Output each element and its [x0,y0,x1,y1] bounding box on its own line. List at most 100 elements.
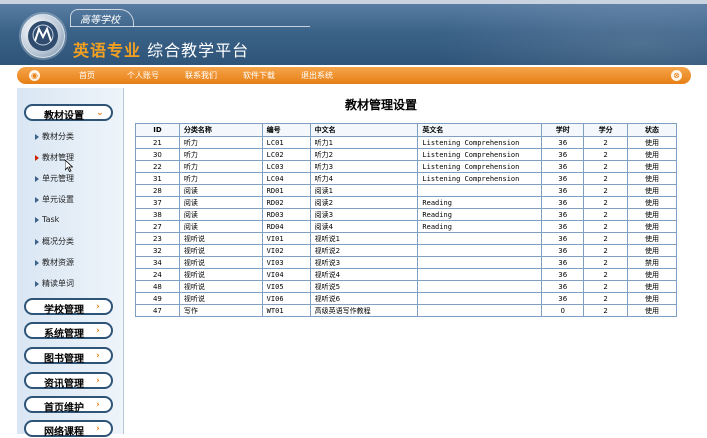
col-header-hours[interactable]: 学时 [541,123,585,137]
bullet-arrow-icon [35,216,39,223]
cell-id: 31 [135,172,180,185]
table-row[interactable]: 38 阅读 RD03 阅读3 Reading 36 2 使用 [135,208,677,221]
table-row[interactable]: 22 听力 LC03 听力3 Listening Comprehension 36 2 使用 [135,160,677,173]
nav-download[interactable]: 软件下载 [243,70,275,81]
table-row[interactable]: 34 视听说 VI03 视听说3 36 2 禁用 [135,256,677,269]
cell-credits: 2 [583,196,629,209]
nav-home[interactable]: 首页 [79,70,95,81]
sidebar-section-news[interactable]: 资讯管理 › [24,372,113,390]
nav-left-icon: ◉ [29,70,40,81]
nav-logout[interactable]: 退出系统 [301,70,333,81]
cell-id: 28 [135,184,180,197]
cell-credits: 2 [583,280,629,293]
nav-right-icon[interactable]: ⊗ [671,70,682,81]
cell-code: LC02 [261,148,311,161]
col-header-status[interactable]: 状态 [627,123,677,137]
cell-credits: 2 [583,268,629,281]
sidebar-section-homepage[interactable]: 首页维护 › [24,396,113,414]
cell-en-name [417,280,543,293]
cell-hours: 36 [541,148,585,161]
cell-cn-name: 视听说6 [309,292,419,305]
sidebar-item-overview-category[interactable]: 概况分类 [35,236,74,247]
table-row[interactable]: 48 视听说 VI05 视听说5 36 2 使用 [135,280,677,293]
chevron-right-icon: › [96,424,100,434]
sidebar-item-label: 单元设置 [42,195,74,204]
sidebar-item-label: 单元管理 [42,174,74,183]
cell-category: 听力 [178,160,263,173]
cell-status: 使用 [627,232,677,245]
cell-en-name: Listening Comprehension [417,148,543,161]
col-header-id[interactable]: ID [135,123,180,137]
cell-en-name [417,256,543,269]
sidebar-section-label: 资讯管理 [44,379,84,390]
cell-id: 22 [135,160,180,173]
platform-title-highlight: 英语专业 [73,41,142,60]
sidebar-section-label: 教材设置 [44,111,84,122]
sidebar-item-task[interactable]: Task [35,215,59,224]
cell-code: RD01 [261,184,311,197]
cell-cn-name: 听力2 [309,148,419,161]
table-row[interactable]: 23 视听说 VI01 视听说1 36 2 使用 [135,232,677,245]
cell-status: 使用 [627,220,677,233]
sidebar-item-vocab[interactable]: 精读单词 [35,278,74,289]
sidebar-section-label: 系统管理 [44,329,84,340]
cell-code: RD04 [261,220,311,233]
top-nav-bar: ◉ 首页 个人账号 联系我们 软件下载 退出系统 ⊗ [17,67,691,84]
cell-id: 27 [135,220,180,233]
cell-cn-name: 视听说1 [309,232,419,245]
chevron-right-icon: › [96,326,100,336]
table-row[interactable]: 47 写作 WT01 高级英语写作教程 0 2 使用 [135,304,677,317]
cell-cn-name: 视听说3 [309,256,419,269]
sidebar-item-category[interactable]: 教材分类 [35,131,74,142]
table-header-row: ID 分类名称 编号 中文名 英文名 学时 学分 状态 [135,123,677,137]
sidebar-section-system[interactable]: 系统管理 › [24,322,113,340]
bullet-arrow-icon [35,154,39,161]
sidebar-item-unit-manage[interactable]: 单元管理 [35,173,74,184]
table-row[interactable]: 24 视听说 VI04 视听说4 36 2 使用 [135,268,677,281]
cell-status: 使用 [627,136,677,149]
col-header-en-name[interactable]: 英文名 [417,123,543,137]
sidebar-item-label: 精读单词 [42,279,74,288]
nav-contact[interactable]: 联系我们 [185,70,217,81]
cell-category: 听力 [178,172,263,185]
col-header-category[interactable]: 分类名称 [178,123,263,137]
cell-status: 使用 [627,160,677,173]
cell-cn-name: 视听说2 [309,244,419,257]
table-row[interactable]: 27 阅读 RD04 阅读4 Reading 36 2 使用 [135,220,677,233]
table-row[interactable]: 21 听力 LC01 听力1 Listening Comprehension 36 2 使用 [135,136,677,149]
table-row[interactable]: 32 视听说 VI02 视听说2 36 2 使用 [135,244,677,257]
cell-code: VI03 [261,256,311,269]
sidebar-item-label: 教材资源 [42,258,74,267]
cell-credits: 2 [583,220,629,233]
table-row[interactable]: 28 阅读 RD01 阅读1 36 2 使用 [135,184,677,197]
col-header-code[interactable]: 编号 [261,123,311,137]
cell-category: 阅读 [178,208,263,221]
sidebar-section-textbook[interactable]: 教材设置 ⌄ [24,104,113,122]
cell-cn-name: 阅读2 [309,196,419,209]
col-header-cn-name[interactable]: 中文名 [309,123,419,137]
cell-en-name [417,184,543,197]
sidebar-item-unit-setting[interactable]: 单元设置 [35,194,74,205]
cell-en-name [417,232,543,245]
table-row[interactable]: 49 视听说 VI06 视听说6 36 2 使用 [135,292,677,305]
cell-id: 23 [135,232,180,245]
table-row[interactable]: 30 听力 LC02 听力2 Listening Comprehension 36 2 使用 [135,148,677,161]
cell-status: 禁用 [627,256,677,269]
sidebar-section-label: 网络课程 [44,427,84,438]
table-row[interactable]: 31 听力 LC04 听力4 Listening Comprehension 36 2 使用 [135,172,677,185]
table-row[interactable]: 37 阅读 RD02 阅读2 Reading 36 2 使用 [135,196,677,209]
sidebar-item-resources[interactable]: 教材资源 [35,257,74,268]
cell-category: 视听说 [178,232,263,245]
cell-credits: 2 [583,232,629,245]
bullet-arrow-icon [35,280,39,287]
sidebar-section-online-course[interactable]: 网络课程 › [24,420,113,438]
cell-id: 30 [135,148,180,161]
sidebar-section-library[interactable]: 图书管理 › [24,347,113,365]
cell-status: 使用 [627,244,677,257]
col-header-credits[interactable]: 学分 [583,123,629,137]
cell-hours: 36 [541,172,585,185]
nav-account[interactable]: 个人账号 [127,70,159,81]
cell-hours: 36 [541,160,585,173]
cell-hours: 36 [541,220,585,233]
sidebar-section-school[interactable]: 学校管理 › [24,298,113,316]
